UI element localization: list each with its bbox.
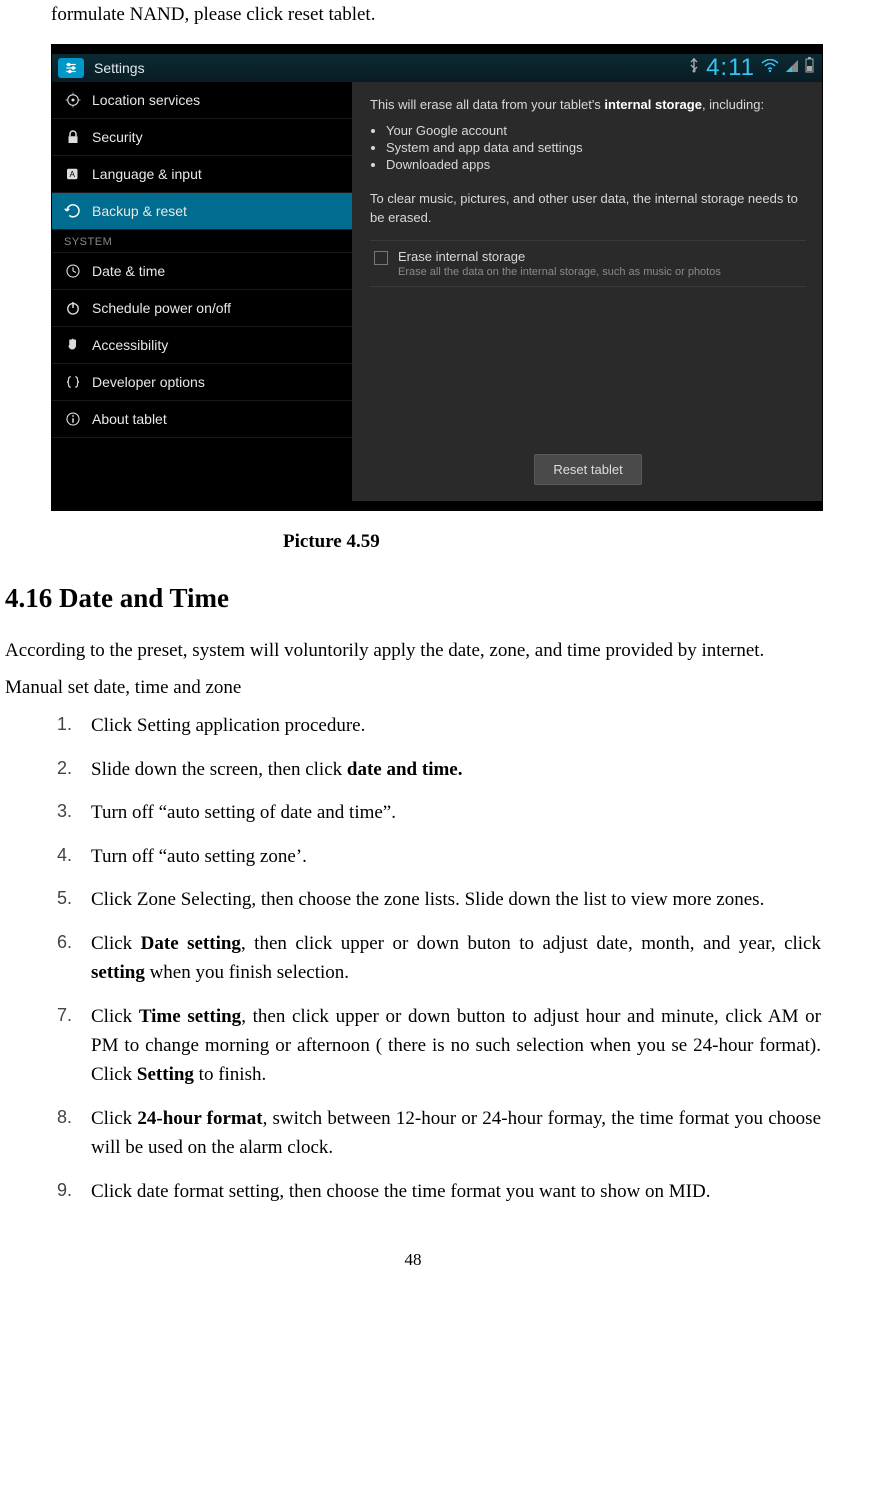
sidebar-item-label: About tablet bbox=[92, 411, 167, 427]
location-icon bbox=[64, 91, 82, 109]
settings-sidebar: Location services Security A Language & … bbox=[52, 82, 352, 501]
bullet-item: Downloaded apps bbox=[386, 157, 806, 172]
clock-icon bbox=[64, 262, 82, 280]
step-1: Click Setting application procedure. bbox=[91, 711, 821, 740]
sidebar-item-accessibility[interactable]: Accessibility bbox=[52, 327, 352, 364]
sidebar-item-label: Developer options bbox=[92, 374, 205, 390]
erase-storage-row[interactable]: Erase internal storage Erase all the dat… bbox=[370, 240, 806, 287]
sidebar-item-label: Schedule power on/off bbox=[92, 300, 231, 316]
steps-list: 1.Click Setting application procedure. 2… bbox=[57, 711, 821, 1206]
wifi-icon bbox=[761, 57, 779, 79]
figure-caption: Picture 4.59 bbox=[283, 531, 821, 553]
erase-bullets: Your Google account System and app data … bbox=[386, 121, 806, 174]
backup-icon bbox=[64, 202, 82, 220]
settings-app-icon bbox=[58, 58, 84, 78]
info-icon bbox=[64, 410, 82, 428]
sidebar-item-about[interactable]: About tablet bbox=[52, 401, 352, 438]
erase-storage-title: Erase internal storage bbox=[398, 249, 721, 264]
power-icon bbox=[64, 299, 82, 317]
statusbar: Settings 4:11 bbox=[52, 54, 822, 82]
step-4: Turn off “auto setting zone’. bbox=[91, 842, 821, 871]
language-icon: A bbox=[64, 165, 82, 183]
clock-time: 4:11 bbox=[706, 54, 755, 82]
intro-text: formulate NAND, please click reset table… bbox=[51, 4, 821, 26]
sidebar-item-developer[interactable]: Developer options bbox=[52, 364, 352, 401]
android-screenshot: Settings 4:11 Location services Security… bbox=[51, 44, 823, 511]
subheading-manual: Manual set date, time and zone bbox=[5, 677, 821, 699]
page-number: 48 bbox=[5, 1250, 821, 1270]
step-5: Click Zone Selecting, then choose the zo… bbox=[91, 885, 821, 914]
sidebar-item-backup-reset[interactable]: Backup & reset bbox=[52, 193, 352, 230]
section-heading: 4.16 Date and Time bbox=[5, 583, 821, 614]
step-3: Turn off “auto setting of date and time”… bbox=[91, 798, 821, 827]
erase-warning-line: This will erase all data from your table… bbox=[370, 96, 806, 115]
step-6: Click Date setting, then click upper or … bbox=[91, 929, 821, 988]
signal-icon bbox=[785, 57, 799, 79]
main-pane: This will erase all data from your table… bbox=[352, 82, 822, 501]
sidebar-item-label: Security bbox=[92, 129, 143, 145]
sidebar-item-language[interactable]: A Language & input bbox=[52, 156, 352, 193]
usb-icon bbox=[688, 57, 700, 79]
sidebar-item-label: Accessibility bbox=[92, 337, 168, 353]
sidebar-item-security[interactable]: Security bbox=[52, 119, 352, 156]
sidebar-item-label: Backup & reset bbox=[92, 203, 187, 219]
sidebar-item-label: Location services bbox=[92, 92, 200, 108]
step-9: Click date format setting, then choose t… bbox=[91, 1177, 821, 1206]
step-2: Slide down the screen, then click date a… bbox=[91, 755, 821, 784]
step-8: Click 24-hour format, switch between 12-… bbox=[91, 1104, 821, 1163]
sidebar-item-label: Language & input bbox=[92, 166, 202, 182]
paragraph-intro: According to the preset, system will vol… bbox=[5, 636, 821, 665]
step-7: Click Time setting, then click upper or … bbox=[91, 1002, 821, 1090]
bullet-item: Your Google account bbox=[386, 123, 806, 138]
sidebar-section-system: SYSTEM bbox=[52, 230, 352, 253]
sidebar-item-schedule-power[interactable]: Schedule power on/off bbox=[52, 290, 352, 327]
reset-tablet-button[interactable]: Reset tablet bbox=[534, 454, 641, 485]
braces-icon bbox=[64, 373, 82, 391]
statusbar-title: Settings bbox=[94, 60, 145, 76]
lock-icon bbox=[64, 128, 82, 146]
hand-icon bbox=[64, 336, 82, 354]
erase-storage-subtitle: Erase all the data on the internal stora… bbox=[398, 266, 721, 278]
battery-icon bbox=[805, 57, 814, 79]
erase-checkbox[interactable] bbox=[374, 251, 388, 265]
sidebar-item-location[interactable]: Location services bbox=[52, 82, 352, 119]
sidebar-item-datetime[interactable]: Date & time bbox=[52, 253, 352, 290]
clear-music-text: To clear music, pictures, and other user… bbox=[370, 190, 806, 228]
svg-text:A: A bbox=[69, 170, 75, 179]
bullet-item: System and app data and settings bbox=[386, 140, 806, 155]
sidebar-item-label: Date & time bbox=[92, 263, 165, 279]
